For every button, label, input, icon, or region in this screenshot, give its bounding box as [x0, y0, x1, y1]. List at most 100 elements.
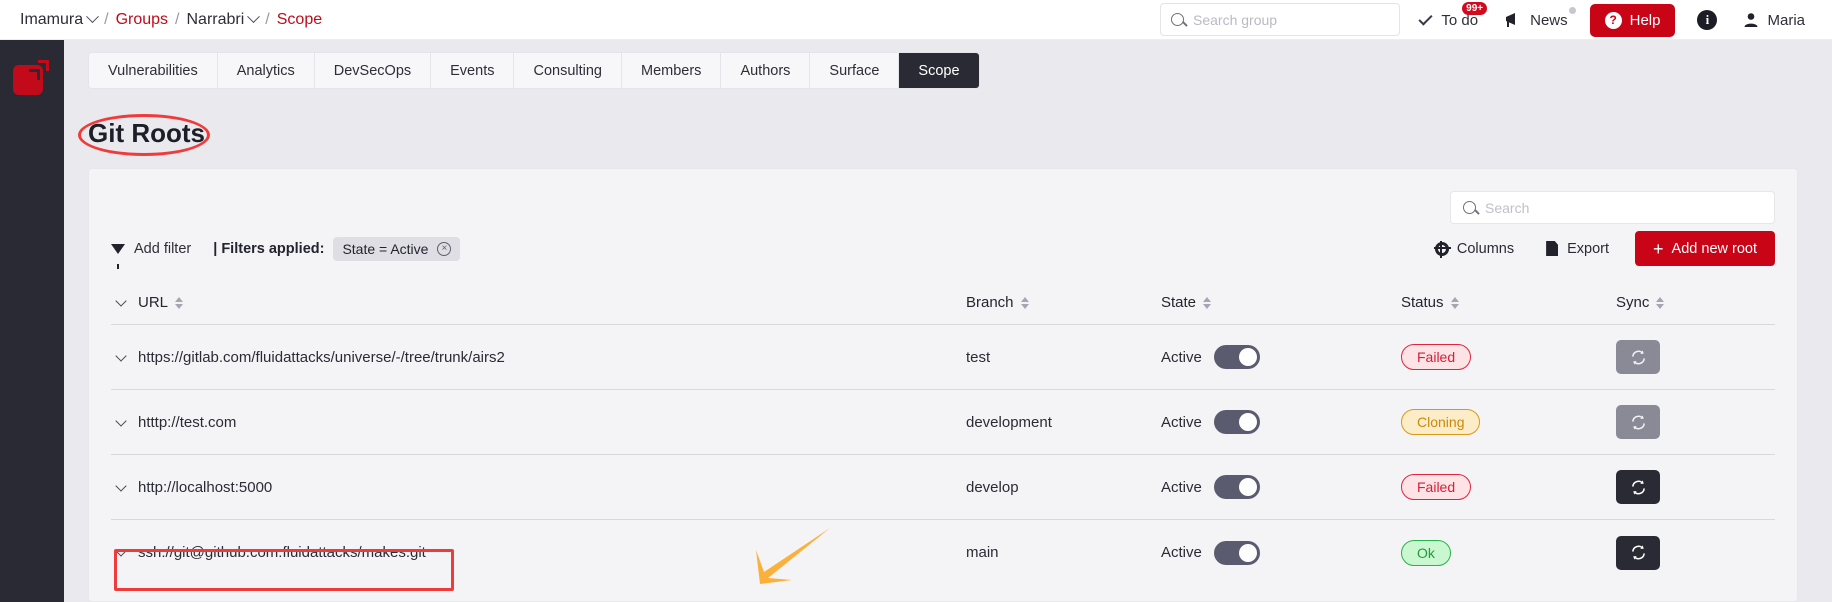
table-row[interactable]: ssh://git@github.com:fluidattacks/makes.…: [111, 520, 1775, 585]
tab-devsecops[interactable]: DevSecOps: [314, 53, 432, 88]
sort-icon[interactable]: [1203, 296, 1212, 309]
chevron-down-icon[interactable]: [115, 414, 127, 427]
chevron-down-icon[interactable]: [247, 10, 261, 24]
news-button[interactable]: News: [1491, 0, 1581, 40]
cell-url[interactable]: https://gitlab.com/fluidattacks/universe…: [111, 349, 966, 366]
cell-url[interactable]: htttp://test.com: [111, 414, 966, 431]
chevron-down-icon[interactable]: [115, 545, 127, 557]
top-right-actions: To do 99+ News ? Help i Maria: [1406, 0, 1818, 40]
refresh-icon: [1631, 414, 1645, 430]
column-header-state[interactable]: State: [1161, 294, 1401, 311]
export-document-icon: [1546, 241, 1559, 256]
tab-consulting[interactable]: Consulting: [514, 53, 622, 88]
sync-button[interactable]: [1616, 340, 1660, 374]
sort-icon[interactable]: [1656, 296, 1665, 309]
row-url-text: htttp://test.com: [138, 413, 237, 431]
export-button[interactable]: Export: [1530, 232, 1625, 266]
info-icon: i: [1697, 10, 1718, 30]
sync-button[interactable]: [1616, 470, 1660, 504]
column-label-state: State: [1161, 294, 1197, 311]
page-title: Git Roots: [88, 118, 205, 148]
row-url-text: ssh://git@github.com:fluidattacks/makes.…: [138, 544, 426, 561]
megaphone-icon: [1504, 12, 1522, 28]
row-url-text: https://gitlab.com/fluidattacks/universe…: [138, 348, 505, 366]
tab-authors[interactable]: Authors: [721, 53, 811, 88]
todo-button[interactable]: To do 99+: [1406, 0, 1491, 40]
search-icon: [1463, 201, 1476, 214]
group-search-input[interactable]: [1193, 11, 1383, 28]
columns-button[interactable]: Columns: [1419, 232, 1530, 266]
cell-status: Cloning: [1401, 409, 1616, 435]
cell-status: Failed: [1401, 344, 1616, 370]
breadcrumb-item-scope[interactable]: Scope: [277, 11, 322, 29]
breadcrumb-item-org[interactable]: Imamura: [20, 11, 83, 29]
user-menu[interactable]: Maria: [1730, 0, 1818, 40]
search-icon: [1171, 13, 1184, 26]
sort-icon[interactable]: [1450, 296, 1459, 309]
question-mark-icon: ?: [1604, 11, 1622, 29]
tab-analytics[interactable]: Analytics: [217, 53, 315, 88]
group-search-box[interactable]: [1160, 3, 1400, 36]
app-logo[interactable]: [13, 58, 51, 96]
info-button[interactable]: i: [1684, 0, 1730, 40]
section-tabs: Vulnerabilities Analytics DevSecOps Even…: [88, 52, 980, 89]
column-header-url[interactable]: URL: [111, 294, 966, 311]
table-row[interactable]: https://gitlab.com/fluidattacks/universe…: [111, 325, 1775, 390]
git-roots-card: Add filter | Filters applied: State = Ac…: [88, 168, 1798, 602]
state-toggle[interactable]: [1213, 410, 1260, 434]
cell-status: Failed: [1401, 474, 1616, 500]
state-label: Active: [1161, 478, 1202, 496]
cell-sync: [1616, 405, 1736, 439]
breadcrumb-item-groups[interactable]: Groups: [116, 11, 168, 29]
filter-funnel-icon[interactable]: [111, 244, 125, 269]
close-icon[interactable]: ×: [437, 242, 452, 256]
cell-sync: [1616, 340, 1736, 374]
tab-events[interactable]: Events: [431, 53, 515, 88]
state-label: Active: [1161, 413, 1202, 431]
table-row[interactable]: htttp://test.com development Active Clon…: [111, 390, 1775, 455]
column-header-sync[interactable]: Sync: [1616, 294, 1736, 311]
gear-icon: [1434, 241, 1452, 258]
table-row[interactable]: http://localhost:5000 develop Active Fai…: [111, 455, 1775, 520]
cell-url[interactable]: http://localhost:5000: [111, 479, 966, 496]
help-button[interactable]: ? Help: [1589, 3, 1676, 37]
filter-chip-state[interactable]: State = Active ×: [333, 237, 461, 261]
table-search-box[interactable]: [1450, 191, 1775, 224]
tab-scope[interactable]: Scope: [899, 53, 979, 88]
sync-button[interactable]: [1616, 405, 1660, 439]
table-search-input[interactable]: [1485, 199, 1750, 216]
state-toggle[interactable]: [1213, 540, 1260, 565]
chevron-down-icon[interactable]: [86, 10, 99, 24]
chevron-down-icon[interactable]: [115, 349, 127, 362]
cell-sync: [1616, 470, 1736, 504]
add-filter-button[interactable]: Add filter: [134, 241, 191, 257]
tab-members[interactable]: Members: [622, 53, 722, 88]
breadcrumb-item-group[interactable]: Narrabri: [187, 11, 245, 29]
cell-branch: develop: [966, 478, 1019, 496]
state-label: Active: [1161, 348, 1202, 366]
breadcrumb-separator: /: [104, 10, 109, 28]
help-label: Help: [1629, 11, 1661, 29]
column-header-branch[interactable]: Branch: [966, 294, 1161, 311]
state-toggle[interactable]: [1213, 345, 1260, 369]
sort-icon[interactable]: [175, 296, 184, 309]
status-badge: Ok: [1401, 539, 1451, 566]
row-url-text: http://localhost:5000: [138, 478, 273, 496]
status-badge: Failed: [1401, 474, 1472, 500]
columns-label: Columns: [1456, 240, 1515, 257]
add-new-root-button[interactable]: + Add new root: [1635, 231, 1775, 266]
cell-url[interactable]: ssh://git@github.com:fluidattacks/makes.…: [111, 544, 966, 561]
chevron-down-icon[interactable]: [115, 295, 127, 307]
sync-button[interactable]: [1616, 535, 1660, 570]
tab-surface[interactable]: Surface: [810, 53, 900, 88]
breadcrumb-separator: /: [175, 10, 180, 28]
tab-vulnerabilities[interactable]: Vulnerabilities: [89, 53, 218, 88]
sort-icon[interactable]: [1020, 296, 1029, 309]
state-toggle[interactable]: [1213, 475, 1260, 499]
state-label: Active: [1161, 544, 1202, 561]
chevron-down-icon[interactable]: [115, 479, 127, 492]
status-badge: Failed: [1401, 344, 1472, 370]
add-new-root-label: Add new root: [1671, 240, 1757, 257]
cell-branch: development: [966, 413, 1052, 431]
column-header-status[interactable]: Status: [1401, 294, 1616, 311]
